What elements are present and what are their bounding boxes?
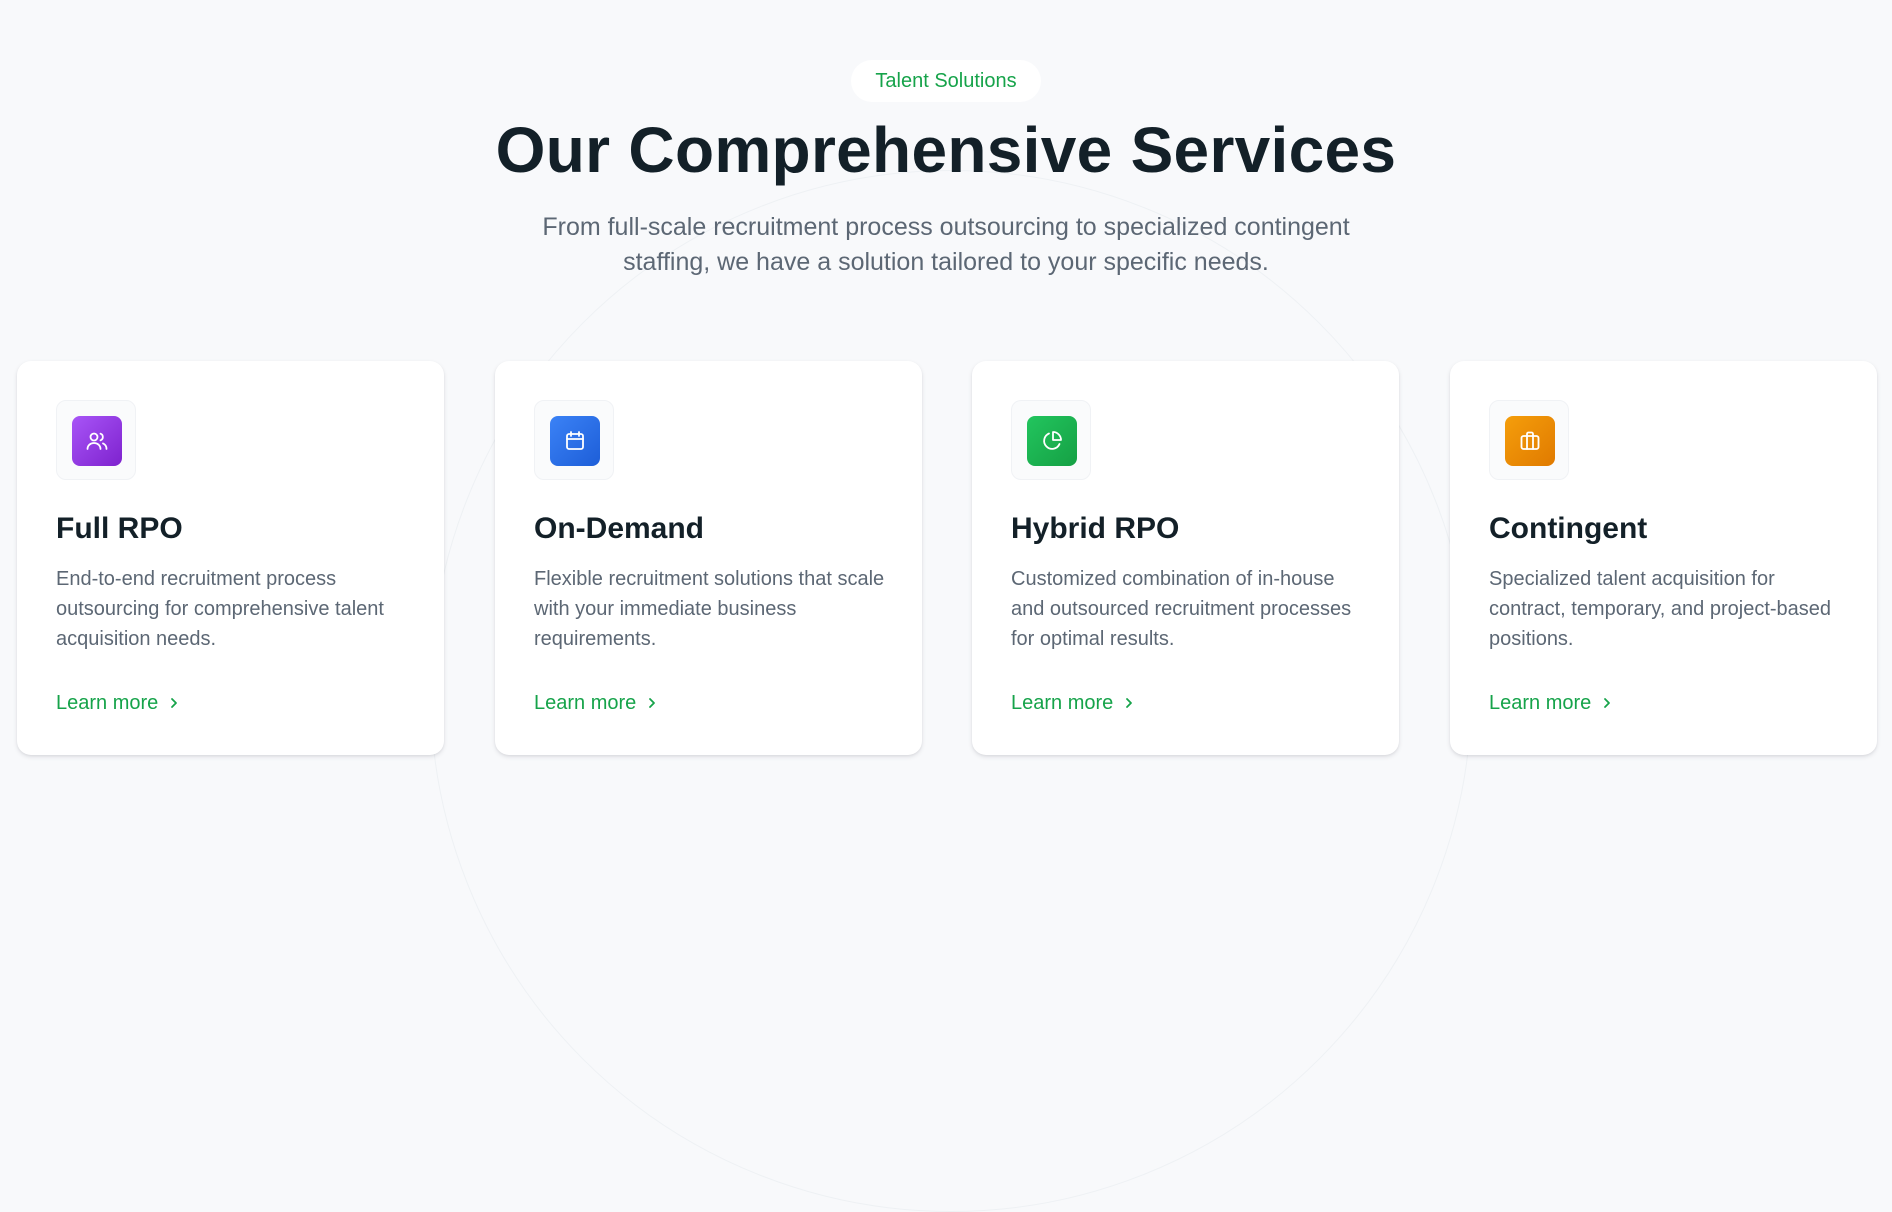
card-description: End-to-end recruitment process outsourci… [56, 568, 384, 650]
learn-more-link[interactable]: Learn more [56, 688, 180, 718]
card-title: Contingent [1489, 512, 1648, 545]
service-card-full-rpo: Full RPO End-to-end recruitment process … [17, 361, 444, 755]
card-title: On-Demand [534, 512, 705, 545]
chevron-right-icon [1126, 698, 1133, 708]
pie-chart-icon [1027, 416, 1077, 466]
section-subtitle: From full-scale recruitment process outs… [542, 213, 1350, 276]
card-title: Full RPO [56, 512, 183, 545]
learn-more-label: Learn more [1011, 691, 1114, 714]
learn-more-label: Learn more [1489, 691, 1592, 714]
calendar-icon [550, 416, 600, 466]
service-card-hybrid-rpo: Hybrid RPO Customized combination of in-… [972, 361, 1399, 755]
learn-more-link[interactable]: Learn more [534, 688, 658, 718]
icon-frame [534, 400, 614, 480]
section-title: Our Comprehensive Services [495, 114, 1397, 186]
services-grid: Full RPO End-to-end recruitment process … [17, 361, 1877, 755]
service-card-contingent: Contingent Specialized talent acquisitio… [1450, 361, 1877, 755]
chevron-right-icon [171, 698, 178, 708]
learn-more-link[interactable]: Learn more [1489, 688, 1613, 718]
icon-frame [1489, 400, 1569, 480]
card-title: Hybrid RPO [1011, 512, 1180, 545]
learn-more-link[interactable]: Learn more [1011, 688, 1135, 718]
section-badge: Talent Solutions [851, 60, 1041, 102]
learn-more-label: Learn more [534, 691, 637, 714]
chevron-right-icon [1604, 698, 1611, 708]
learn-more-label: Learn more [56, 691, 159, 714]
users-icon [72, 416, 122, 466]
service-card-on-demand: On-Demand Flexible recruitment solutions… [495, 361, 922, 755]
chevron-right-icon [649, 698, 656, 708]
icon-frame [1011, 400, 1091, 480]
card-description: Specialized talent acquisition for contr… [1489, 568, 1832, 650]
icon-frame [56, 400, 136, 480]
card-description: Flexible recruitment solutions that scal… [534, 568, 885, 650]
section-header: Talent Solutions Our Comprehensive Servi… [0, 0, 1892, 280]
briefcase-icon [1505, 416, 1555, 466]
card-description: Customized combination of in-house and o… [1011, 568, 1352, 650]
